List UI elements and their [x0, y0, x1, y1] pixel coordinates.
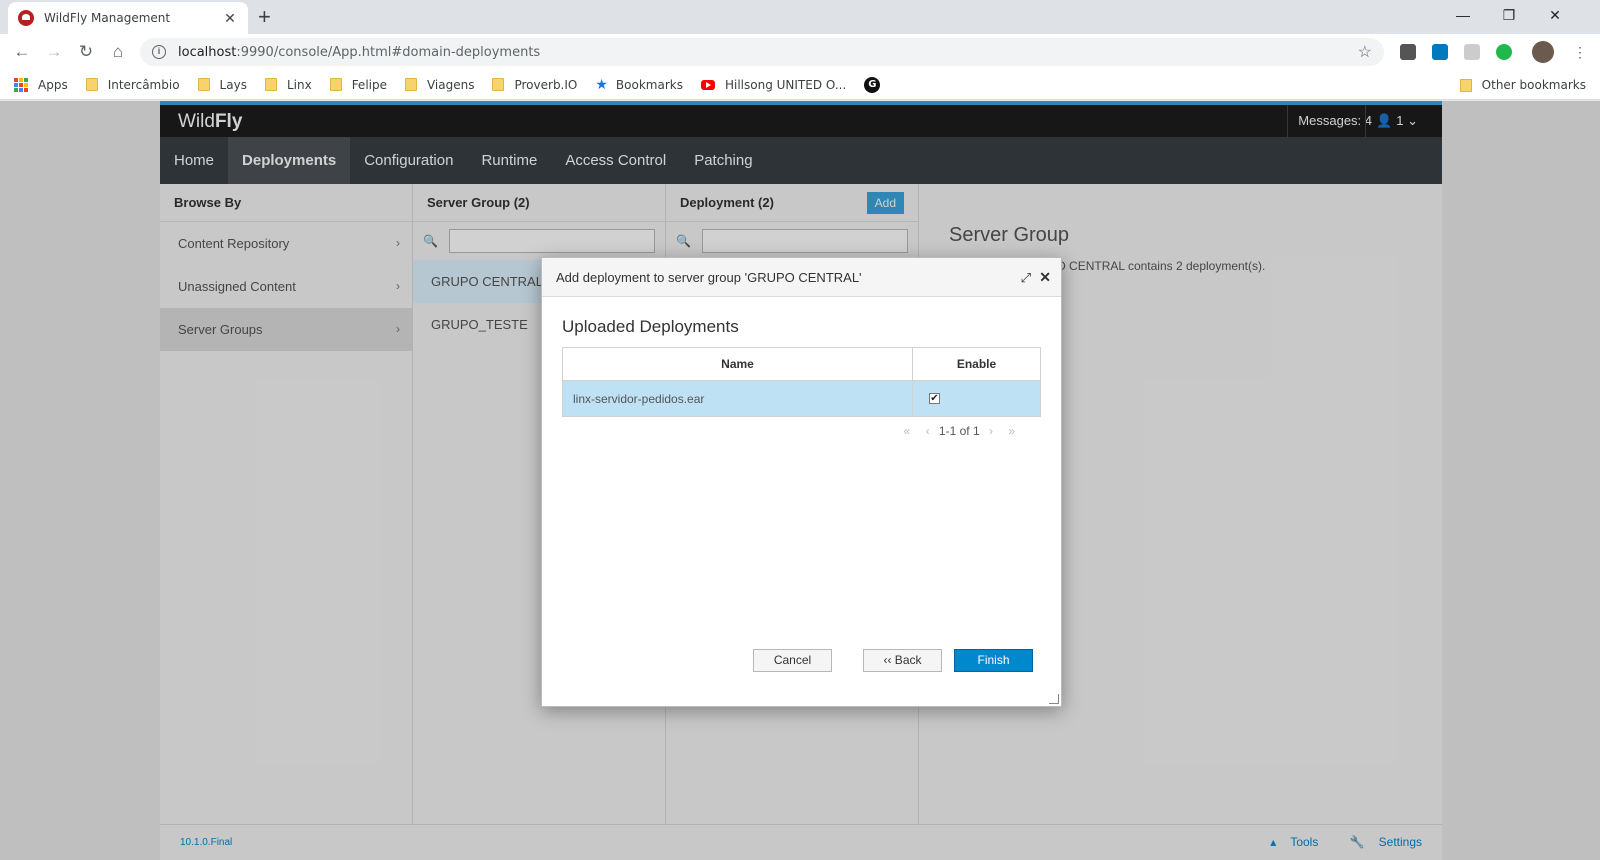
bookmark-label: Intercâmbio	[107, 77, 180, 92]
bookmark-label: Linx	[286, 77, 312, 92]
tab-close-icon[interactable]: ✕	[222, 10, 238, 27]
folder-icon	[1459, 78, 1472, 92]
enable-cell: ✔	[912, 380, 1041, 417]
cancel-button[interactable]: Cancel	[753, 649, 832, 672]
close-window-icon[interactable]: ✕	[1532, 0, 1578, 30]
pager: « ‹ 1-1 of 1 › »	[562, 421, 1041, 441]
column-header-name[interactable]: Name	[562, 347, 913, 381]
bookmark-folder-felipe[interactable]: Felipe	[329, 77, 387, 92]
g-logo-icon: G	[864, 76, 881, 93]
bookmark-g[interactable]: G	[864, 76, 881, 93]
close-icon[interactable]: ✕	[1039, 258, 1051, 297]
green-extension-icon[interactable]	[1496, 44, 1512, 60]
folder-icon	[264, 78, 277, 91]
bookmark-apps[interactable]: Apps	[14, 77, 68, 92]
bookmark-bookmarks[interactable]: ★ Bookmarks	[595, 77, 683, 93]
new-tab-button[interactable]: +	[258, 4, 271, 30]
dialog-body: Uploaded Deployments Name Enable linx-se…	[542, 297, 1061, 461]
m-extension-icon[interactable]	[1464, 44, 1480, 60]
bookmark-label: Felipe	[351, 77, 387, 92]
enable-checkbox[interactable]: ✔	[929, 393, 940, 404]
bookmark-folder-linx[interactable]: Linx	[264, 77, 312, 92]
bookmark-star-icon[interactable]: ☆	[1358, 42, 1372, 62]
deployments-table: Name Enable linx-servidor-pedidos.ear ✔	[562, 347, 1041, 417]
url-host: localhost	[178, 44, 237, 60]
home-icon[interactable]: ⌂	[106, 40, 130, 64]
folder-icon	[492, 78, 505, 91]
next-page-icon[interactable]: ›	[989, 424, 993, 438]
minimize-window-icon[interactable]: —	[1440, 0, 1486, 30]
url-path: :9990/console/App.html#domain-deployment…	[236, 44, 541, 60]
maximize-icon[interactable]: ⤢	[1021, 258, 1031, 297]
dialog-title: Add deployment to server group 'GRUPO CE…	[556, 270, 862, 285]
folder-icon	[197, 78, 210, 91]
site-info-icon[interactable]: i	[152, 45, 166, 59]
uploaded-deployments-title: Uploaded Deployments	[562, 317, 739, 336]
add-deployment-dialog: Add deployment to server group 'GRUPO CE…	[541, 257, 1062, 707]
bookmark-folder-intercambio[interactable]: Intercâmbio	[85, 77, 180, 92]
pager-text: 1-1 of 1	[938, 424, 980, 438]
bookmark-label: Viagens	[426, 77, 475, 92]
column-header-enable[interactable]: Enable	[912, 347, 1041, 381]
profile-avatar[interactable]	[1532, 41, 1554, 63]
browser-menu-icon[interactable]: ⋮	[1568, 40, 1592, 64]
bookmark-hillsong[interactable]: Hillsong UNITED O...	[700, 77, 847, 92]
bookmarks-bar: Apps Intercâmbio Lays Linx Felipe Viagen…	[0, 70, 1600, 100]
bookmark-label: Apps	[38, 77, 68, 92]
bookmark-label: Lays	[219, 77, 247, 92]
browser-tabstrip: WildFly Management ✕ + — ❐ ✕	[0, 0, 1600, 34]
other-bookmarks[interactable]: Other bookmarks	[1459, 78, 1586, 92]
bookmark-folder-proverb[interactable]: Proverb.IO	[492, 78, 577, 92]
forward-arrow-icon[interactable]: →	[42, 40, 66, 64]
extension-shield-icon[interactable]	[1400, 44, 1416, 60]
table-row[interactable]: linx-servidor-pedidos.ear ✔	[562, 380, 1041, 417]
apps-grid-icon	[14, 77, 28, 92]
tab-title: WildFly Management	[44, 11, 171, 25]
dialog-header: Add deployment to server group 'GRUPO CE…	[542, 258, 1061, 297]
folder-icon	[404, 78, 417, 91]
address-bar[interactable]: i localhost:9990/console/App.html#domain…	[140, 38, 1384, 66]
folder-icon	[85, 78, 98, 91]
folder-icon	[329, 78, 342, 91]
back-button[interactable]: ‹‹ Back	[863, 649, 942, 672]
prev-page-icon[interactable]: ‹	[926, 424, 930, 438]
star-icon: ★	[595, 76, 608, 93]
bookmark-folder-lays[interactable]: Lays	[197, 77, 247, 92]
back-arrow-icon[interactable]: ←	[10, 40, 34, 64]
first-page-icon[interactable]: «	[904, 424, 911, 438]
youtube-icon	[700, 79, 715, 90]
browser-tab[interactable]: WildFly Management ✕	[8, 2, 248, 34]
bookmark-label: Bookmarks	[615, 77, 683, 92]
resize-handle[interactable]	[1049, 694, 1059, 704]
wildfly-favicon-icon	[18, 10, 34, 26]
trello-extension-icon[interactable]	[1432, 44, 1448, 60]
bookmark-label: Hillsong UNITED O...	[724, 77, 847, 92]
finish-button[interactable]: Finish	[954, 649, 1033, 672]
other-bookmarks-label: Other bookmarks	[1481, 78, 1586, 92]
restore-window-icon[interactable]: ❐	[1486, 0, 1532, 30]
bookmark-label: Proverb.IO	[514, 77, 578, 92]
bookmark-folder-viagens[interactable]: Viagens	[404, 77, 475, 92]
browser-toolbar: ← → ↻ ⌂ i localhost:9990/console/App.htm…	[0, 34, 1600, 70]
reload-icon[interactable]: ↻	[74, 40, 98, 64]
deployment-name-cell: linx-servidor-pedidos.ear	[562, 380, 913, 417]
last-page-icon[interactable]: »	[1008, 424, 1015, 438]
